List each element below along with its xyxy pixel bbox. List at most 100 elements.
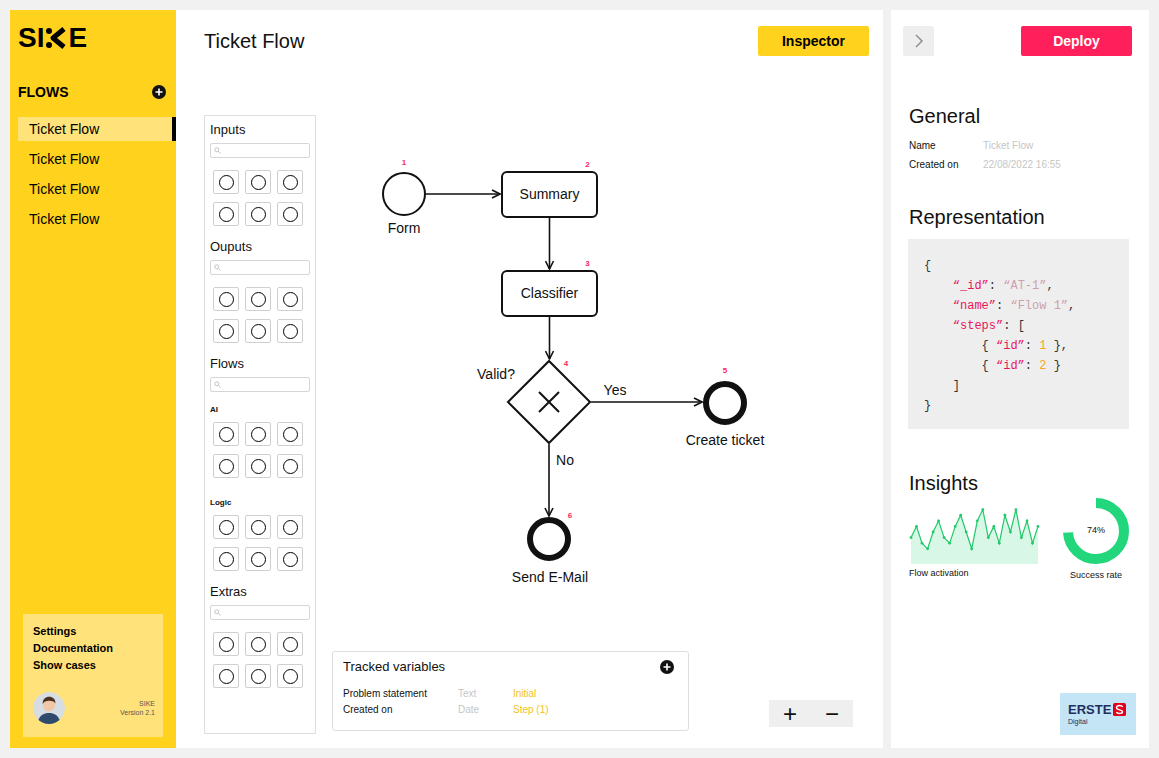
tile-grid [213,632,310,688]
palette-tile[interactable] [245,319,271,343]
end-node[interactable] [527,517,571,561]
button-label[interactable]: Deploy [1053,31,1100,52]
item-label[interactable]: Ticket Flow [29,179,99,200]
chart-point [970,547,973,550]
palette-tile[interactable] [277,547,303,571]
button-label[interactable]: Inspector [782,31,845,52]
variable-row[interactable]: Problem statementTextInitial [343,685,674,701]
collapse-button[interactable] [903,26,934,56]
inspector-panel: DeployGeneralNameTicket FlowCreated on22… [891,10,1149,748]
palette-tile[interactable] [277,202,303,226]
task-node[interactable]: Classifier [501,270,598,317]
avatar-icon[interactable] [33,692,65,724]
general-fields: NameTicket FlowCreated on22/08/2022 16:5… [909,136,1149,174]
erste-s-icon [1113,703,1126,716]
node-circle-icon [219,637,234,652]
gateway-node[interactable] [507,360,591,444]
palette-tile[interactable] [245,287,271,311]
palette-tile[interactable] [213,170,239,194]
palette-tile[interactable] [245,515,271,539]
palette-tile[interactable] [277,515,303,539]
product-name: SIKE [139,699,155,708]
variable-row[interactable]: Created onDateStep (1) [343,701,674,717]
palette-search[interactable] [210,605,310,620]
palette-tile[interactable] [277,287,303,311]
version-info: SIKEVersion 2.1 [120,699,155,717]
code-line: { “id”: 1 }, [924,336,1129,356]
end-node[interactable] [703,381,747,425]
palette-tile[interactable] [213,664,239,688]
deploy-button[interactable]: Deploy [1021,26,1132,56]
flow-canvas[interactable]: 1FormSummary2Classifier34Valid?5Create t… [316,115,869,734]
palette: InputsOuputsFlowsAILogicExtras [204,115,316,734]
palette-tile[interactable] [213,454,239,478]
node-circle-icon [251,669,266,684]
sidebar-item[interactable]: Ticket Flow [18,177,176,201]
search-input[interactable] [223,378,309,391]
palette-tile[interactable] [277,632,303,656]
palette-tile[interactable] [277,454,303,478]
palette-search[interactable] [210,143,310,158]
palette-tile[interactable] [213,515,239,539]
chart-point [965,531,968,534]
brand-logo: ERSTEDigital [1060,693,1136,735]
palette-tile[interactable] [277,170,303,194]
palette-tile[interactable] [277,319,303,343]
palette-tile[interactable] [277,422,303,446]
code-token: “id” [996,359,1025,373]
insights-row: Flow activation74%Success rate [909,496,1134,581]
zoom-out-button[interactable]: − [825,702,839,726]
inspector-button[interactable]: Inspector [758,26,869,56]
sidebar-item[interactable]: Ticket Flow [18,207,176,231]
activation-chart [909,496,1040,564]
footer-link[interactable]: Show cases [33,657,155,674]
node-label[interactable]: Summary [520,184,580,205]
chart-point [943,536,946,539]
palette-tile[interactable] [213,287,239,311]
node-label[interactable]: Classifier [521,283,579,304]
task-node[interactable]: Summary [501,171,598,218]
sidebar-item[interactable]: Ticket Flow [18,147,176,171]
code-token: 2 [1039,359,1046,373]
node-circle-icon [251,292,266,307]
palette-search[interactable] [210,260,310,275]
search-input[interactable] [223,606,309,619]
sidebar-item[interactable]: Ticket Flow [18,117,176,141]
palette-tile[interactable] [213,319,239,343]
palette-tile[interactable] [245,202,271,226]
palette-tile[interactable] [213,632,239,656]
palette-tile[interactable] [213,202,239,226]
field-label: Created on [909,157,983,172]
item-label[interactable]: Ticket Flow [29,209,99,230]
palette-tile[interactable] [245,664,271,688]
palette-tile[interactable] [213,422,239,446]
zoom-in-button[interactable]: + [783,702,797,726]
item-label[interactable]: Ticket Flow [29,149,99,170]
palette-tile[interactable] [245,547,271,571]
step-number: 4 [564,359,568,369]
add-flow-icon[interactable] [152,85,166,99]
code-token: } [924,399,931,413]
activation-insight: Flow activation [909,496,1040,579]
node-circle-icon [251,427,266,442]
code-token: : [989,279,1003,293]
palette-tile[interactable] [245,632,271,656]
donut-reading: 74% [1087,524,1105,538]
sidebar: SIEFLOWSTicket FlowTicket FlowTicket Flo… [10,10,176,748]
search-input[interactable] [223,261,309,274]
palette-section: Extras [210,583,310,688]
palette-tile[interactable] [245,422,271,446]
item-label[interactable]: Ticket Flow [29,119,99,140]
palette-search[interactable] [210,377,310,392]
footer-link[interactable]: Documentation [33,640,155,657]
add-variable-icon[interactable] [660,660,674,674]
chart-point [910,536,913,539]
footer-link[interactable]: Settings [33,623,155,640]
palette-tile[interactable] [213,547,239,571]
palette-tile[interactable] [245,170,271,194]
code-token: : [1025,359,1039,373]
palette-tile[interactable] [245,454,271,478]
start-node[interactable] [382,172,426,216]
palette-tile[interactable] [277,664,303,688]
search-input[interactable] [223,144,309,157]
